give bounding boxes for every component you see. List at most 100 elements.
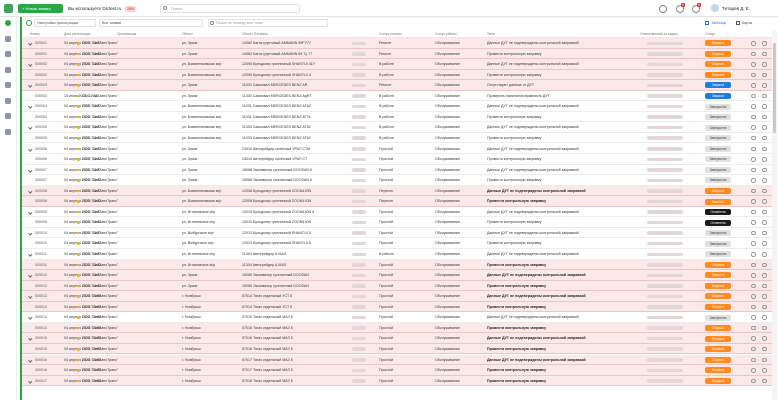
settings-icon[interactable] — [751, 72, 756, 78]
more-options-icon[interactable] — [762, 209, 767, 215]
request-topic[interactable]: Провести контрольную заправку — [487, 365, 637, 376]
object-name[interactable]: г. Ноябрьск — [182, 344, 240, 355]
request-topic[interactable]: Провести контрольную заправку — [487, 133, 637, 144]
request-topic[interactable]: Данные ДУТ не подтверждены контрольной з… — [487, 38, 637, 49]
table-row[interactable]: 000013 04 апреля 2025, 15:09 ООО "СибАвтоТ… — [22, 301, 772, 313]
equipment-name[interactable]: 12008 Бульдозер гусеничный ZOOMLION — [242, 196, 352, 207]
settings-icon[interactable] — [751, 209, 756, 215]
more-options-icon[interactable] — [762, 72, 767, 78]
equipment-name[interactable]: 14062 Каток грунтовый AMMANN 99 7у 77 — [242, 49, 352, 60]
request-topic[interactable]: Данные ДУТ не подтверждены контрольной з… — [487, 59, 637, 70]
more-options-icon[interactable] — [762, 357, 767, 362]
settings-icon[interactable] — [751, 167, 756, 173]
table-row[interactable]: 000014 04 апреля 2025, 15:06 ООО "СибАвтоТ… — [22, 312, 772, 323]
expand-chevron-icon[interactable] — [28, 189, 33, 193]
col-equip-status[interactable]: Статус техники — [379, 32, 401, 36]
reports-nav-icon[interactable] — [5, 129, 11, 135]
object-name[interactable]: ул. Бованенковская м/р — [182, 122, 240, 133]
organization[interactable]: ООО "СибАвтоТранс" — [82, 270, 180, 281]
organization[interactable]: ООО "СибАвтоТранс" — [82, 376, 180, 387]
request-number[interactable]: 000001 — [35, 38, 63, 49]
request-scope-select[interactable]: Все заявки — [99, 19, 203, 27]
more-options-icon[interactable] — [762, 273, 767, 278]
table-row[interactable]: 000007 04 апреля 2025, 14:42 ООО "СибАвтоТ… — [22, 175, 772, 186]
organization[interactable]: ООО "СибАвтоТранс" — [82, 175, 180, 186]
organization[interactable]: ООО "СибАвтоТранс" — [82, 344, 180, 355]
object-name[interactable]: ул. Бованенковская м/р — [182, 59, 240, 70]
status-badge[interactable]: Закрыта — [705, 82, 731, 89]
request-topic[interactable]: Проверить наличие/исправность ДУТ — [487, 91, 637, 102]
table-row[interactable]: 000016 04 апреля 2025, 15:06 ООО "СибАвтоТ… — [22, 365, 772, 376]
settings-icon[interactable] — [751, 104, 756, 109]
more-options-icon[interactable] — [762, 199, 767, 204]
more-options-icon[interactable] — [762, 104, 767, 109]
status-badge[interactable]: Открыта — [705, 367, 731, 374]
request-topic[interactable]: Данные ДУТ не подтверждены контрольной з… — [487, 165, 637, 176]
request-number[interactable]: 000011 — [35, 249, 63, 260]
request-topic[interactable]: Провести контрольную заправку — [487, 49, 637, 60]
object-name[interactable]: ул. Зразе — [182, 281, 240, 292]
col-responsible[interactable]: Ответственный за задачу — [640, 32, 678, 36]
request-number[interactable]: 000014 — [35, 312, 63, 323]
equipment-name[interactable]: 12013 Бульдозер гусеничный SHANTUI 5 — [242, 228, 352, 239]
more-options-icon[interactable] — [762, 294, 767, 299]
equipment-name[interactable]: 15088 Экскаватор гусеничный DOOSAN 5 — [242, 165, 352, 176]
expand-chevron-icon[interactable] — [28, 336, 33, 341]
equipment-name[interactable]: 11031 Самосвал MERCEDES BENZ AT&Z — [242, 101, 352, 112]
request-topic[interactable]: Провести контрольную заправку — [487, 112, 637, 123]
more-options-icon[interactable] — [762, 304, 767, 310]
request-number[interactable]: 000006 — [35, 154, 63, 165]
organization[interactable]: ООО "СибАвтоТранс" — [82, 355, 180, 366]
object-name[interactable]: г. Ноябрьск — [182, 323, 240, 334]
more-options-icon[interactable] — [762, 188, 767, 194]
col-status[interactable]: Статус — [705, 32, 715, 36]
status-badge[interactable]: Завершена — [705, 166, 731, 173]
table-row[interactable]: 000010 04 апреля 2025, 14:37 ООО "СибАвтоТ… — [22, 227, 772, 239]
organization[interactable]: ООО "СибАвтоТранс" — [82, 207, 180, 218]
table-row[interactable]: 000003 15 июня 2025, 12:51 ООО "СибАвтоТра… — [22, 90, 772, 102]
more-options-icon[interactable] — [762, 51, 767, 57]
organization[interactable]: ООО "СибАвтоТранс" — [82, 122, 180, 133]
organization[interactable]: ООО "СибАвтоТранс" — [82, 112, 180, 123]
request-number[interactable]: 000013 — [35, 302, 63, 313]
equipment-name[interactable]: 12013 Бульдозер гусеничный SHANTUI 5 — [242, 238, 352, 249]
settings-icon[interactable] — [751, 357, 756, 362]
request-number[interactable]: 000013 — [35, 291, 63, 302]
equipment-name[interactable]: 14062 Каток грунтовый AMMANN 99FY77 — [242, 38, 352, 49]
status-badge[interactable]: Открыта — [705, 356, 731, 363]
expand-chevron-icon[interactable] — [28, 252, 33, 257]
request-topic[interactable]: Провести контрольную заправку — [487, 376, 637, 387]
table-row[interactable]: 000010 04 апреля 2025, 14:42 ООО "СибАвтоТ… — [22, 238, 772, 249]
table-row[interactable]: 000008 04 апреля 2025, 14:42 ООО "СибАвтоТ… — [22, 196, 772, 207]
table-row[interactable]: 000008 04 апреля 2025, 14:37 ООО "СибАвтоТ… — [22, 185, 772, 197]
request-number[interactable]: 000009 — [35, 217, 63, 228]
status-badge[interactable]: Открыта — [705, 377, 731, 384]
settings-icon[interactable] — [751, 199, 756, 204]
col-date[interactable]: Дата регистрации — [64, 32, 90, 36]
settings-nav-icon[interactable] — [5, 113, 11, 119]
expand-chevron-icon[interactable] — [28, 294, 33, 299]
education-nav-icon[interactable] — [5, 82, 11, 88]
equipment-name[interactable]: 11304 Автогрейдер А-МАЗ — [242, 260, 352, 271]
settings-icon[interactable] — [751, 220, 756, 225]
more-options-icon[interactable] — [762, 157, 767, 162]
status-badge[interactable]: Завершена — [705, 240, 731, 247]
request-topic[interactable]: Данные ДУТ не подтверждены контрольной з… — [487, 249, 637, 260]
request-topic[interactable]: Провести контрольную заправку — [487, 281, 637, 292]
objects-nav-icon[interactable] — [5, 36, 11, 42]
expand-chevron-icon[interactable] — [28, 125, 33, 130]
users-nav-icon[interactable] — [5, 98, 11, 104]
status-badge[interactable]: Открыта — [705, 61, 731, 68]
equipment-name[interactable]: 12010 Бульдозер гусеничный ZOOMLION 5 — [242, 207, 352, 218]
equipment-name[interactable]: 12095 Бульдозер гусеничный SHANTUI 41Y — [242, 59, 352, 70]
more-options-icon[interactable] — [762, 83, 767, 88]
object-name[interactable]: ул. Зразе — [182, 144, 240, 155]
equipment-name[interactable]: 15088 Экскаватор гусеничный DOOSAN 5 — [242, 175, 352, 186]
request-topic[interactable]: Провести контрольную заправку — [487, 260, 637, 271]
status-badge[interactable]: Открыта — [705, 335, 731, 342]
request-topic[interactable]: Провести контрольную заправку — [487, 217, 637, 228]
settings-icon[interactable] — [751, 125, 756, 130]
more-options-icon[interactable] — [762, 125, 767, 130]
request-number[interactable]: 000014 — [35, 323, 63, 334]
settings-icon[interactable] — [751, 114, 756, 120]
